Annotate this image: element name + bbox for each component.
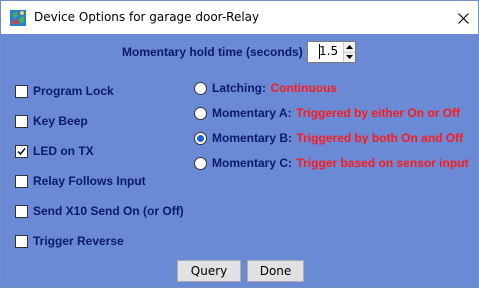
radio-description: Triggered by either On or Off: [296, 106, 461, 120]
checkbox-box[interactable]: [15, 174, 28, 188]
checkbox-box[interactable]: [15, 144, 28, 158]
radio-text: Momentary B: Triggered by both On and Of…: [212, 129, 463, 147]
close-icon: [457, 12, 469, 24]
done-button[interactable]: Done: [247, 260, 304, 282]
radio-latching[interactable]: Latching: Continuous: [194, 79, 337, 97]
radio-description: Trigger based on sensor input: [296, 156, 469, 170]
radio-momentary-b[interactable]: Momentary B: Triggered by both On and Of…: [194, 129, 463, 147]
radio-circle-selected[interactable]: [194, 131, 207, 145]
checkbox-box[interactable]: [15, 114, 28, 128]
checkmark-icon: [17, 147, 26, 155]
arrow-down-icon: [346, 55, 353, 59]
checkbox-label: Program Lock: [33, 84, 114, 98]
spin-down-button[interactable]: [344, 52, 355, 62]
spinner-buttons: [343, 42, 355, 62]
radio-text: Momentary A: Triggered by either On or O…: [212, 104, 460, 122]
checkbox-relay-follows-input[interactable]: Relay Follows Input: [15, 174, 146, 188]
radio-description: Triggered by both On and Off: [296, 131, 464, 145]
radio-text: Momentary C: Trigger based on sensor inp…: [212, 154, 469, 172]
title-bar: Device Options for garage door-Relay: [1, 1, 478, 34]
query-button[interactable]: Query: [177, 260, 241, 282]
checkbox-trigger-reverse[interactable]: Trigger Reverse: [15, 234, 124, 248]
checkbox-led-on-tx[interactable]: LED on TX: [15, 144, 94, 158]
checkbox-box[interactable]: [15, 204, 28, 218]
radio-label: Momentary C:: [212, 156, 293, 170]
radio-label: Latching:: [212, 81, 266, 95]
device-options-window: Device Options for garage door-Relay Mom…: [0, 0, 479, 288]
radio-circle[interactable]: [194, 81, 207, 95]
radio-text: Latching: Continuous: [212, 79, 337, 97]
radio-circle[interactable]: [194, 156, 207, 170]
close-button[interactable]: [449, 5, 477, 31]
checkbox-key-beep[interactable]: Key Beep: [15, 114, 88, 128]
checkbox-label: Key Beep: [33, 114, 88, 128]
hold-time-value[interactable]: 1.5: [319, 44, 338, 58]
radio-selected-dot: [197, 134, 204, 142]
window-title: Device Options for garage door-Relay: [34, 10, 260, 24]
checkbox-label: Send X10 Send On (or Off): [33, 204, 184, 218]
hold-time-label: Momentary hold time (seconds): [122, 45, 303, 59]
app-globe-icon: [10, 10, 26, 26]
radio-description: Continuous: [270, 81, 338, 95]
radio-label: Momentary B:: [212, 131, 293, 145]
arrow-up-icon: [346, 45, 353, 49]
radio-label: Momentary A:: [212, 106, 292, 120]
dialog-content: Momentary hold time (seconds) 1.5 Progra…: [1, 34, 478, 287]
checkbox-box[interactable]: [15, 234, 28, 248]
checkbox-label: Trigger Reverse: [33, 234, 124, 248]
hold-time-spinner[interactable]: 1.5: [307, 41, 356, 63]
checkbox-box[interactable]: [15, 84, 28, 98]
radio-momentary-c[interactable]: Momentary C: Trigger based on sensor inp…: [194, 154, 469, 172]
checkbox-program-lock[interactable]: Program Lock: [15, 84, 114, 98]
checkbox-send-x10[interactable]: Send X10 Send On (or Off): [15, 204, 184, 218]
radio-momentary-a[interactable]: Momentary A: Triggered by either On or O…: [194, 104, 460, 122]
radio-circle[interactable]: [194, 106, 207, 120]
checkbox-label: Relay Follows Input: [33, 174, 146, 188]
checkbox-label: LED on TX: [33, 144, 94, 158]
